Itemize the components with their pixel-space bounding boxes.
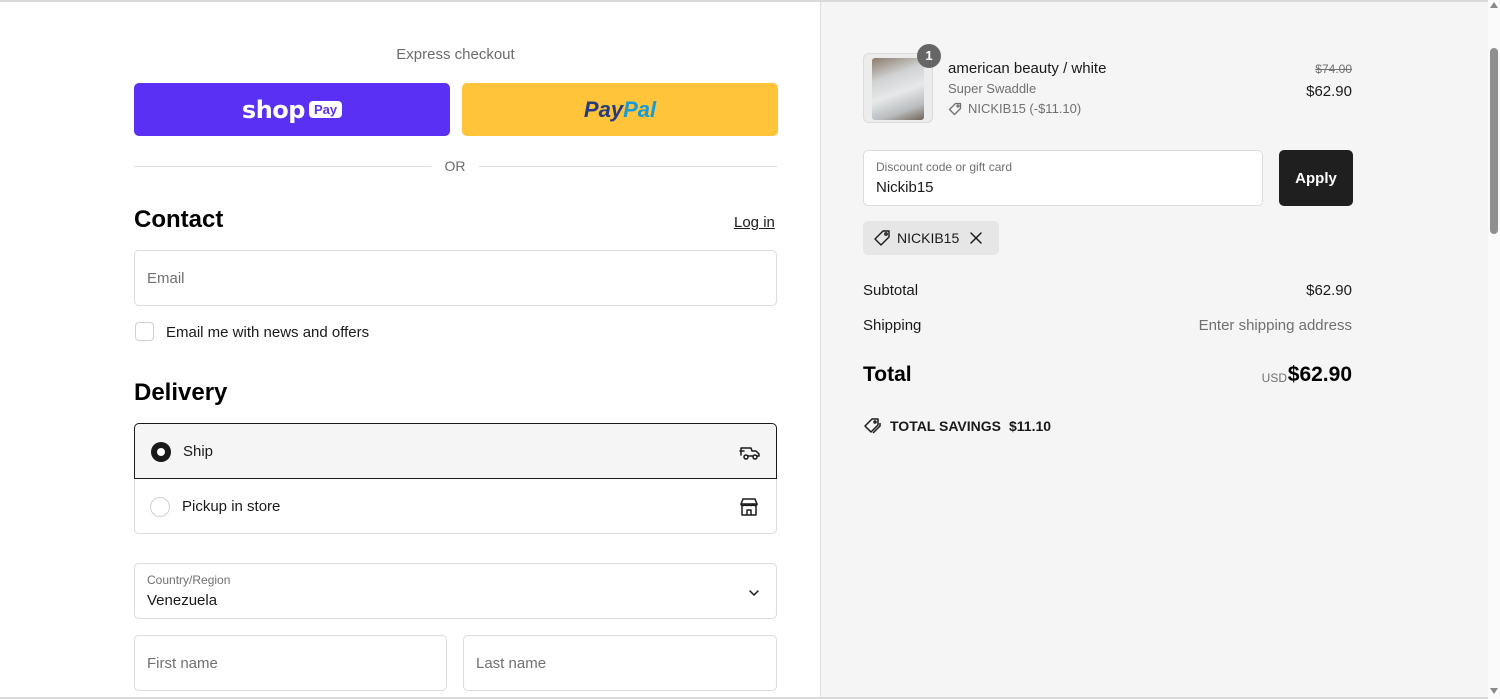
applied-discount-code: NICKIB15 [897, 230, 960, 246]
shipping-label: Shipping [863, 317, 922, 334]
login-link[interactable]: Log in [734, 214, 775, 231]
product-image [872, 58, 924, 120]
first-name-field[interactable]: First name [134, 635, 447, 691]
product-discount-text: NICKIB15 (-$11.10) [968, 101, 1082, 116]
paypal-logo-part1: Pay [583, 96, 624, 122]
news-offers-label[interactable]: Email me with news and offers [166, 324, 369, 341]
delivery-heading: Delivery [134, 379, 228, 406]
total-savings-label: TOTAL SAVINGS [890, 418, 1001, 434]
total-label: Total [863, 363, 912, 386]
quantity-badge: 1 [917, 44, 941, 68]
total-currency: USD [1261, 371, 1287, 385]
discount-code-field[interactable]: Discount code or gift card Nickib15 [863, 150, 1263, 206]
total-value: $62.90 [1287, 363, 1352, 386]
first-name-placeholder: First name [147, 655, 218, 672]
product-name: american beauty / white [948, 60, 1107, 77]
applied-discount-chip: NICKIB15 [863, 221, 999, 255]
paypal-logo-part2: Pal [623, 96, 657, 122]
shop-pay-logo: shop [241, 95, 306, 124]
scrollbar-thumb[interactable] [1490, 48, 1498, 234]
contact-heading: Contact [134, 206, 224, 233]
total-savings-value: $11.10 [1008, 418, 1052, 434]
news-offers-checkbox[interactable] [135, 322, 154, 341]
country-region-value: Venezuela [147, 592, 218, 609]
delivery-option-ship[interactable]: Ship [134, 423, 777, 479]
email-placeholder: Email [147, 270, 185, 287]
apply-button[interactable]: Apply [1279, 150, 1353, 206]
store-icon [740, 498, 758, 516]
paypal-logo: PayPal [584, 97, 656, 123]
subtotal-label: Subtotal [863, 282, 919, 299]
total-savings: TOTAL SAVINGS $11.10 [863, 417, 1051, 435]
vertical-scrollbar[interactable] [1488, 0, 1500, 699]
ship-radio[interactable] [151, 442, 171, 462]
tag-icon [874, 230, 890, 246]
ship-label: Ship [183, 443, 214, 460]
email-field[interactable]: Email [134, 250, 777, 306]
subtotal-value: $62.90 [1306, 282, 1352, 299]
product-variant: Super Swaddle [948, 81, 1037, 96]
last-name-placeholder: Last name [476, 655, 547, 672]
sale-price: $62.90 [1306, 83, 1352, 100]
or-label: OR [431, 158, 479, 174]
pickup-radio[interactable] [150, 497, 170, 517]
express-checkout-title: Express checkout [396, 46, 515, 63]
shop-pay-button[interactable]: shop Pay [134, 83, 450, 136]
scroll-up-arrow-icon[interactable] [1490, 2, 1498, 8]
product-discount: NICKIB15 (-$11.10) [948, 101, 1081, 116]
last-name-field[interactable]: Last name [463, 635, 777, 691]
tags-icon [864, 418, 881, 434]
pickup-label: Pickup in store [182, 498, 281, 515]
shipping-value: Enter shipping address [1198, 317, 1352, 334]
discount-code-label: Discount code or gift card [876, 160, 1013, 174]
chevron-down-icon [749, 590, 759, 597]
shop-pay-badge: Pay [308, 101, 343, 118]
country-region-label: Country/Region [147, 573, 231, 587]
tag-icon [948, 102, 962, 115]
remove-discount-close-icon[interactable] [969, 231, 983, 245]
paypal-button[interactable]: PayPal [462, 83, 778, 136]
country-region-select[interactable]: Country/Region Venezuela [134, 563, 777, 619]
discount-code-value: Nickib15 [876, 179, 934, 196]
truck-icon [739, 447, 760, 460]
scroll-down-arrow-icon[interactable] [1490, 688, 1498, 694]
original-price: $74.00 [1315, 62, 1352, 76]
delivery-option-pickup[interactable]: Pickup in store [134, 479, 777, 534]
